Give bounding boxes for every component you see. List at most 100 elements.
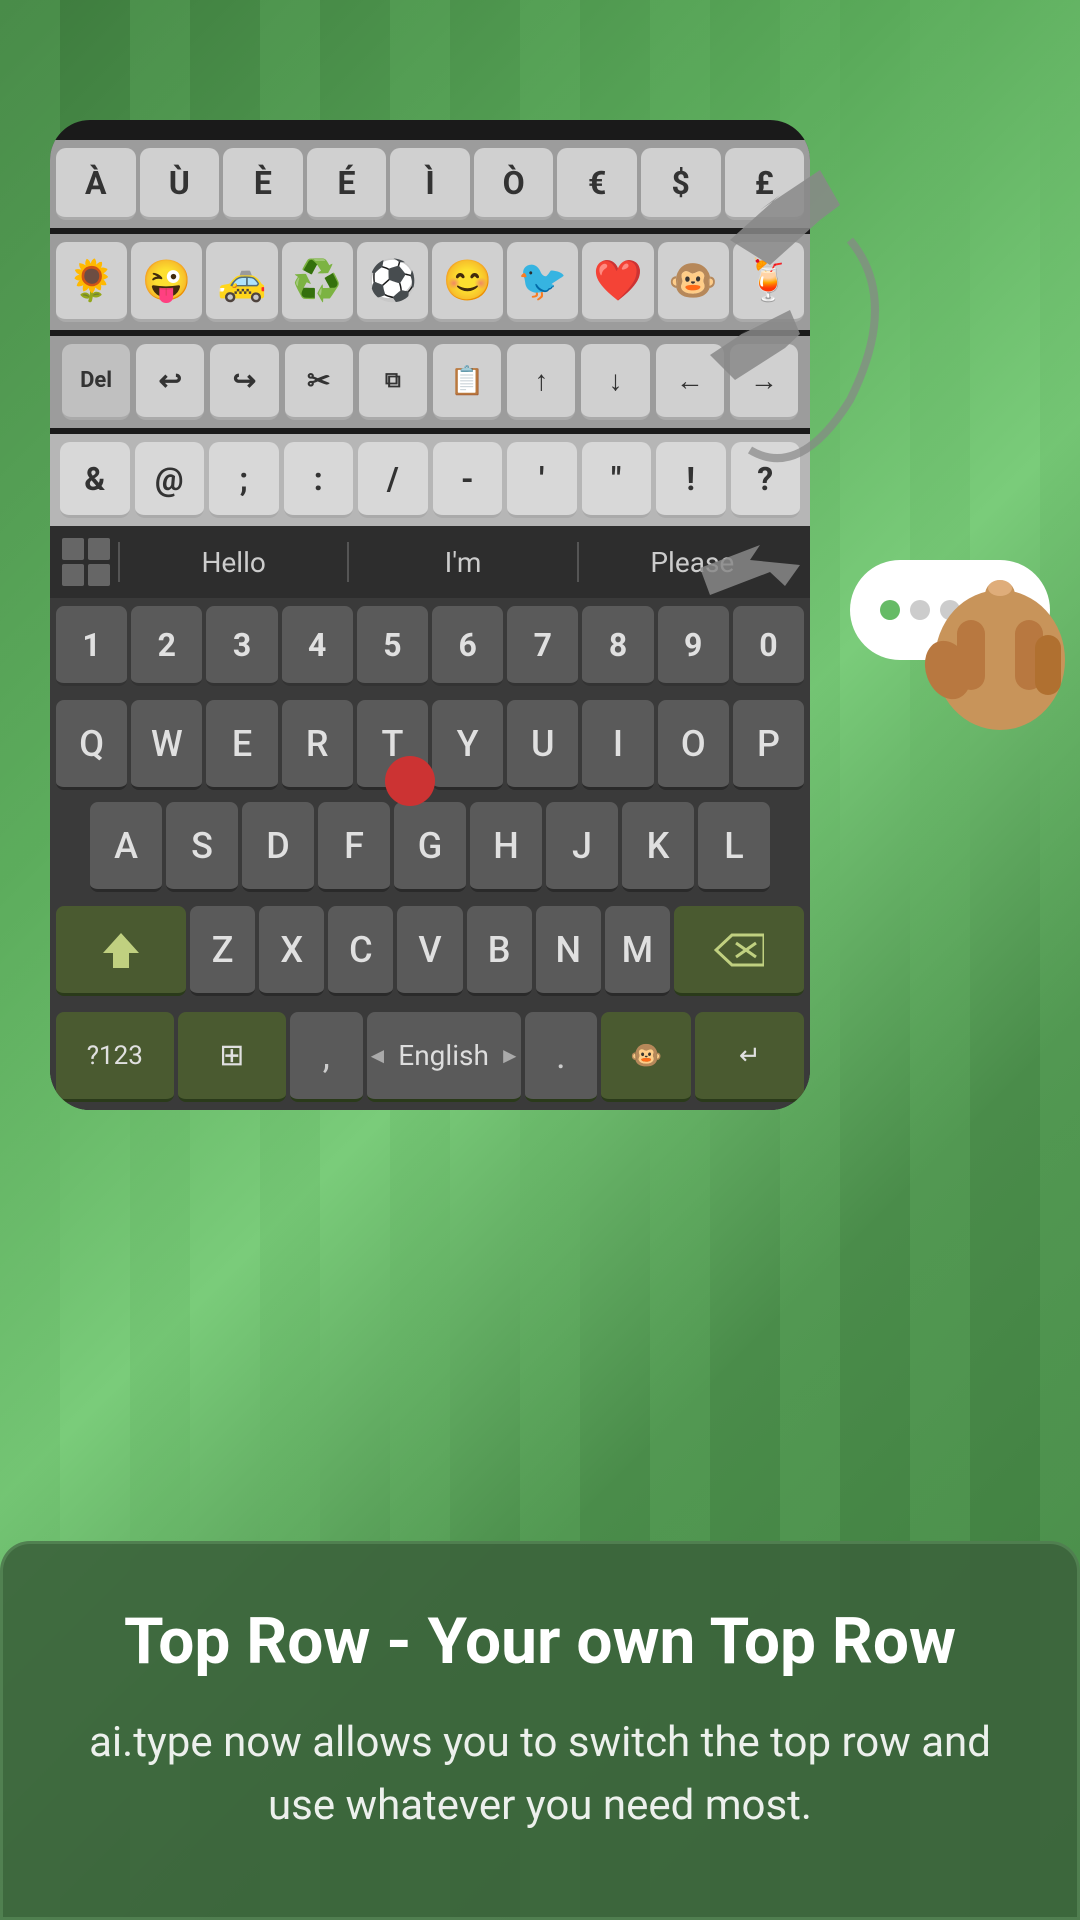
sym-slash[interactable]: / bbox=[358, 442, 428, 518]
spec-key-a[interactable]: À bbox=[56, 148, 136, 220]
key-b[interactable]: B bbox=[467, 906, 532, 996]
emoji-monkey[interactable]: 🐵 bbox=[658, 242, 729, 322]
key-0[interactable]: 0 bbox=[733, 606, 804, 686]
enter-key[interactable]: ↵ bbox=[695, 1012, 804, 1102]
copy2-key[interactable]: ⧉ bbox=[359, 344, 427, 420]
down-key[interactable]: ↓ bbox=[581, 344, 649, 420]
space-key[interactable]: ◄ English ► bbox=[367, 1012, 521, 1102]
key-5[interactable]: 5 bbox=[357, 606, 428, 686]
spec-key-u[interactable]: Ù bbox=[140, 148, 220, 220]
sym-apostrophe[interactable]: ' bbox=[507, 442, 577, 518]
spec-key-dollar[interactable]: $ bbox=[641, 148, 721, 220]
spec-key-euro[interactable]: € bbox=[557, 148, 637, 220]
sym-exclaim[interactable]: ! bbox=[656, 442, 726, 518]
special-chars-row: À Ù È É Ì Ò € $ £ bbox=[50, 140, 810, 228]
up-key[interactable]: ↑ bbox=[507, 344, 575, 420]
key-k[interactable]: K bbox=[622, 802, 694, 892]
key-3[interactable]: 3 bbox=[206, 606, 277, 686]
key-j[interactable]: J bbox=[546, 802, 618, 892]
key-9[interactable]: 9 bbox=[658, 606, 729, 686]
emoji-cocktail[interactable]: 🍹 bbox=[733, 242, 804, 322]
sym-quote[interactable]: " bbox=[582, 442, 652, 518]
red-dot-indicator bbox=[385, 756, 435, 806]
spec-key-e2[interactable]: É bbox=[307, 148, 387, 220]
symbols-row: & @ ; : / - ' " ! ? bbox=[50, 434, 810, 526]
redo-key[interactable]: ↪ bbox=[210, 344, 278, 420]
sym-semicolon[interactable]: ; bbox=[209, 442, 279, 518]
key-e[interactable]: E bbox=[206, 700, 277, 790]
sym-ampersand[interactable]: & bbox=[60, 442, 130, 518]
key-d[interactable]: D bbox=[242, 802, 314, 892]
emoji-sunflower[interactable]: 🌻 bbox=[56, 242, 127, 322]
key-q[interactable]: Q bbox=[56, 700, 127, 790]
lang-left-arrow: ◄ bbox=[367, 1043, 389, 1069]
key-f[interactable]: F bbox=[318, 802, 390, 892]
key-g[interactable]: G bbox=[394, 802, 466, 892]
sym-at[interactable]: @ bbox=[135, 442, 205, 518]
spec-key-pound[interactable]: £ bbox=[725, 148, 805, 220]
key-x[interactable]: X bbox=[259, 906, 324, 996]
sym-question[interactable]: ? bbox=[731, 442, 801, 518]
emoji-heart[interactable]: ❤️ bbox=[582, 242, 653, 322]
key-h[interactable]: H bbox=[470, 802, 542, 892]
period-key[interactable]: . bbox=[525, 1012, 597, 1102]
suggestions-row: Hello I'm Please bbox=[50, 526, 810, 598]
emoji-tongue[interactable]: 😜 bbox=[131, 242, 202, 322]
key-2[interactable]: 2 bbox=[131, 606, 202, 686]
sym-dash[interactable]: - bbox=[433, 442, 503, 518]
key-z[interactable]: Z bbox=[190, 906, 255, 996]
key-a[interactable]: A bbox=[90, 802, 162, 892]
key-l[interactable]: L bbox=[698, 802, 770, 892]
key-4[interactable]: 4 bbox=[282, 606, 353, 686]
spec-key-o[interactable]: Ò bbox=[474, 148, 554, 220]
undo-key[interactable]: ↩ bbox=[136, 344, 204, 420]
key-s[interactable]: S bbox=[166, 802, 238, 892]
key-o[interactable]: O bbox=[658, 700, 729, 790]
num-switch-key[interactable]: ?123 bbox=[56, 1012, 174, 1102]
key-m[interactable]: M bbox=[605, 906, 670, 996]
spec-key-i[interactable]: Ì bbox=[390, 148, 470, 220]
key-8[interactable]: 8 bbox=[582, 606, 653, 686]
key-u[interactable]: U bbox=[507, 700, 578, 790]
sym-colon[interactable]: : bbox=[284, 442, 354, 518]
grid-icon[interactable] bbox=[62, 538, 110, 586]
key-i[interactable]: I bbox=[582, 700, 653, 790]
spec-key-e[interactable]: È bbox=[223, 148, 303, 220]
key-p[interactable]: P bbox=[733, 700, 804, 790]
emoji-taxi[interactable]: 🚕 bbox=[206, 242, 277, 322]
shift-key[interactable] bbox=[56, 906, 186, 996]
hand-cursor-icon bbox=[900, 540, 1080, 740]
key-w[interactable]: W bbox=[131, 700, 202, 790]
suggestion-please[interactable]: Please bbox=[587, 546, 798, 579]
left-key[interactable]: ← bbox=[656, 344, 724, 420]
number-row: 1 2 3 4 5 6 7 8 9 0 bbox=[50, 598, 810, 694]
backspace-key[interactable] bbox=[674, 906, 804, 996]
key-v[interactable]: V bbox=[397, 906, 462, 996]
emoji-recycle[interactable]: ♻️ bbox=[282, 242, 353, 322]
info-panel: Top Row - Your own Top Row ai.type now a… bbox=[0, 1541, 1080, 1920]
suggestion-im[interactable]: I'm bbox=[357, 546, 568, 579]
divider3 bbox=[577, 542, 579, 582]
info-title: Top Row - Your own Top Row bbox=[63, 1604, 1017, 1681]
keyboard-container: À Ù È É Ì Ò € $ £ 🌻 😜 🚕 ♻️ ⚽ 😊 🐦 ❤️ 🐵 🍹 … bbox=[50, 120, 810, 1110]
paste-key[interactable]: 📋 bbox=[433, 344, 501, 420]
edit-row: Del ↩ ↪ ✂ ⧉ 📋 ↑ ↓ ← → bbox=[50, 336, 810, 428]
emoji-soccer[interactable]: ⚽ bbox=[357, 242, 428, 322]
key-n[interactable]: N bbox=[536, 906, 601, 996]
key-y[interactable]: Y bbox=[432, 700, 503, 790]
key-1[interactable]: 1 bbox=[56, 606, 127, 686]
layout-switch-key[interactable]: ⊞ bbox=[178, 1012, 287, 1102]
key-c[interactable]: C bbox=[328, 906, 393, 996]
emoji-smile[interactable]: 😊 bbox=[432, 242, 503, 322]
right-key[interactable]: → bbox=[730, 344, 798, 420]
key-6[interactable]: 6 bbox=[432, 606, 503, 686]
emoji-key-bottom[interactable]: 🐵 bbox=[601, 1012, 691, 1102]
del-key[interactable]: Del bbox=[62, 344, 130, 420]
info-description: ai.type now allows you to switch the top… bbox=[63, 1711, 1017, 1837]
key-7[interactable]: 7 bbox=[507, 606, 578, 686]
comma-key[interactable]: , bbox=[290, 1012, 362, 1102]
emoji-bird[interactable]: 🐦 bbox=[507, 242, 578, 322]
cut-key[interactable]: ✂ bbox=[285, 344, 353, 420]
key-r[interactable]: R bbox=[282, 700, 353, 790]
suggestion-hello[interactable]: Hello bbox=[128, 546, 339, 579]
